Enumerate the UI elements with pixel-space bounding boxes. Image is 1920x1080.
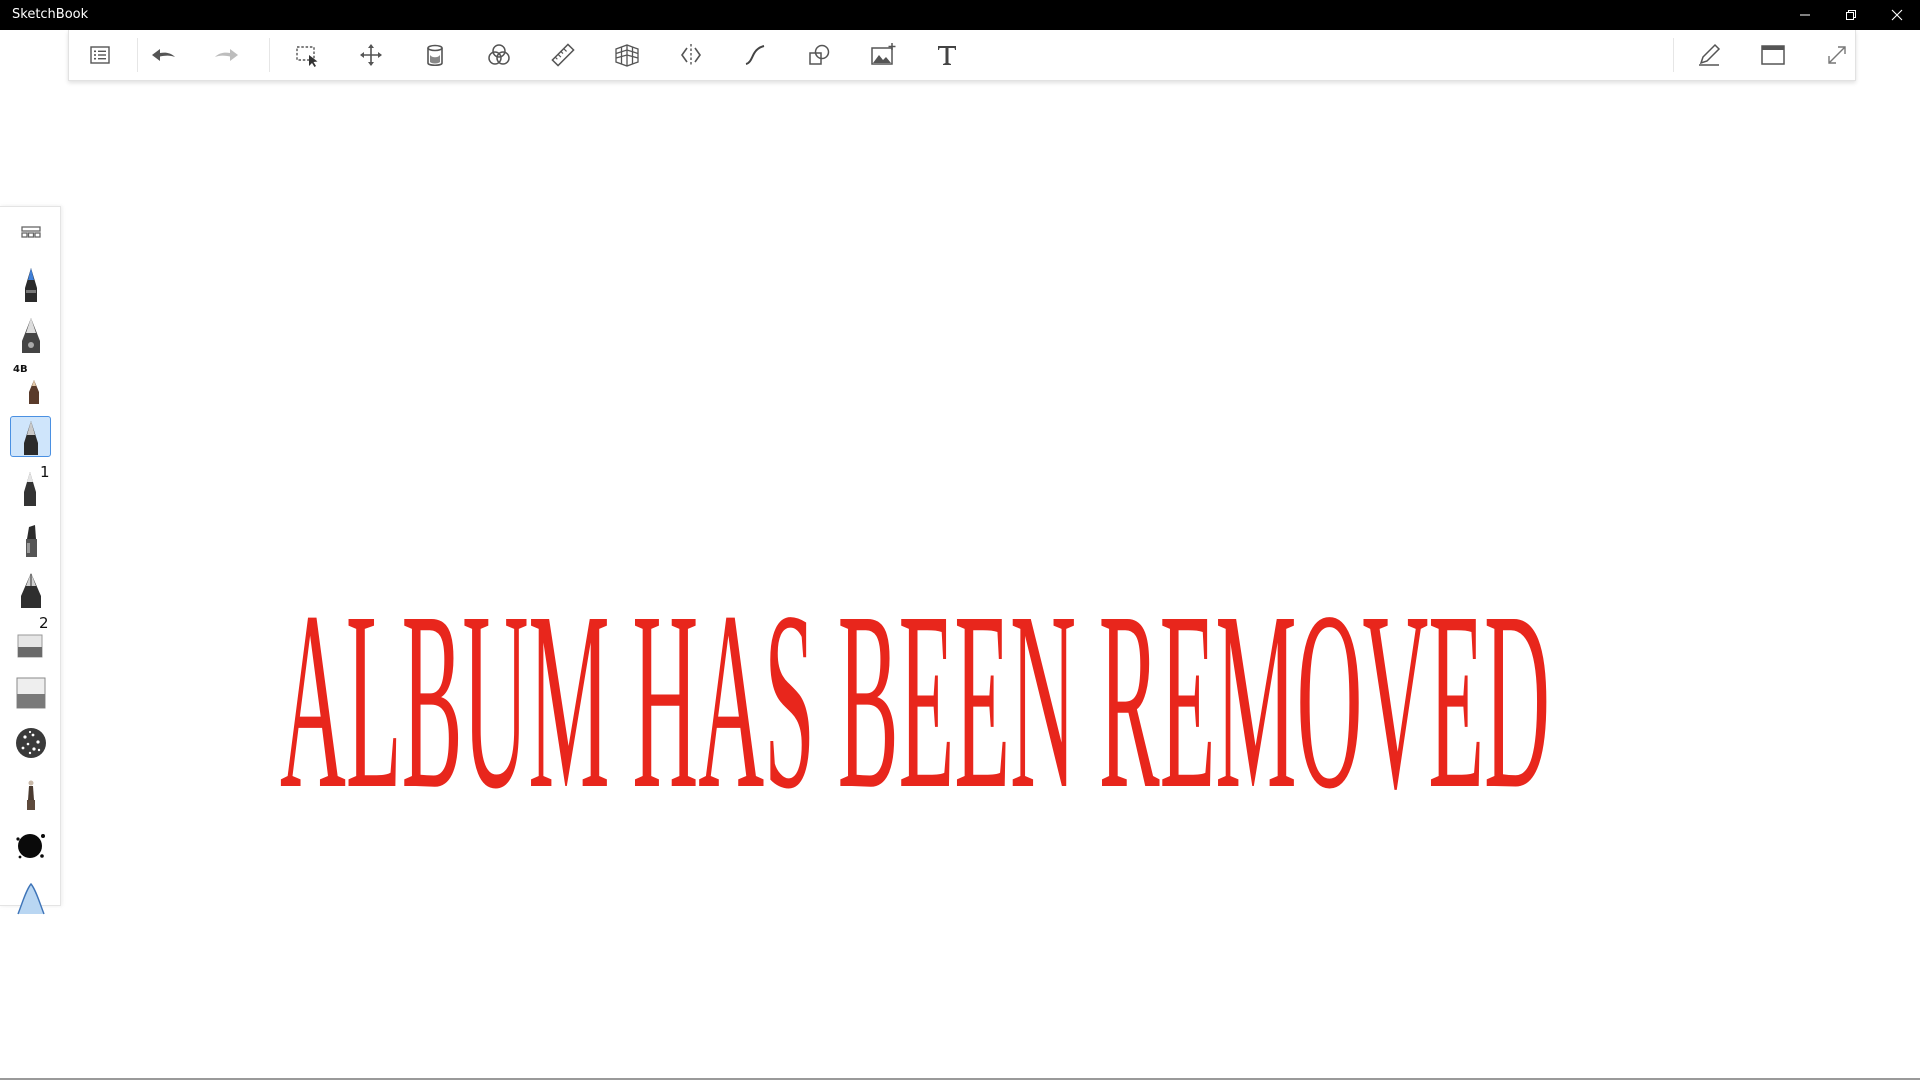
technical-pen-icon [23, 420, 38, 455]
marker-icon [25, 524, 37, 557]
brush-pencil-4b[interactable]: 4B [10, 364, 51, 406]
close-icon [1891, 9, 1903, 21]
brush-marker[interactable] [10, 518, 51, 559]
text-tool-button[interactable] [929, 37, 965, 73]
expand-icon [1828, 46, 1846, 64]
brush-badge: 4B [13, 364, 28, 375]
brush-ballpoint-pen[interactable] [10, 263, 51, 304]
minimize-button[interactable] [1782, 0, 1828, 30]
ballpoint-pen-icon [24, 267, 37, 302]
fill-bucket-icon [427, 44, 443, 67]
shapes-tool-button[interactable] [801, 37, 837, 73]
ink-pen-icon [21, 317, 40, 353]
brush-palette-menu-button[interactable] [10, 211, 51, 252]
brush-properties-button[interactable] [1691, 37, 1727, 73]
splatter-icon [15, 833, 45, 858]
brush-palette: 4B 1 2 [0, 206, 61, 914]
stroke-tool-button[interactable] [737, 37, 773, 73]
selection-icon [296, 46, 318, 67]
list-icon [90, 46, 110, 64]
undo-button[interactable] [145, 37, 181, 73]
perspective-grid-icon [615, 44, 639, 67]
text-icon [938, 46, 956, 65]
brush-fountain-pen[interactable] [10, 569, 51, 610]
brush-texture[interactable] [10, 722, 51, 763]
brush-hard-eraser[interactable] [10, 671, 51, 712]
move-arrows-icon [360, 44, 382, 66]
window-controls [1782, 0, 1920, 30]
soft-brush-icon [16, 882, 45, 914]
color-circles-icon [488, 44, 510, 65]
symmetry-icon [681, 44, 701, 66]
redo-arrow-icon [215, 49, 238, 61]
brush-badge: 2 [39, 614, 49, 632]
redo-button[interactable] [209, 37, 245, 73]
add-image-icon [871, 43, 896, 65]
fullscreen-button[interactable] [1819, 37, 1855, 73]
brush-airbrush[interactable] [10, 773, 51, 814]
brush-technical-pen[interactable] [10, 416, 51, 457]
canvas-text-content: ALBUM HAS BEEN REMOVED [280, 588, 1550, 798]
add-image-button[interactable] [865, 37, 901, 73]
hard-eraser-icon [16, 677, 45, 708]
brush-badge: 1 [40, 463, 50, 481]
brush-ink-pen[interactable] [10, 314, 51, 355]
close-button[interactable] [1874, 0, 1920, 30]
app-title: SketchBook [12, 7, 89, 22]
restore-icon [1846, 10, 1856, 20]
airbrush-icon [26, 780, 35, 810]
brush-ink-splatter[interactable] [10, 824, 51, 865]
undo-arrow-icon [152, 49, 175, 61]
curve-stroke-icon [745, 45, 765, 65]
select-tool-button[interactable] [289, 37, 325, 73]
brush-soft[interactable] [10, 875, 51, 916]
ruler-tool-button[interactable] [545, 37, 581, 73]
canvas-handwritten-text: ALBUM HAS BEEN REMOVED [280, 588, 1550, 798]
restore-button[interactable] [1828, 0, 1874, 30]
texture-brush-icon [15, 727, 46, 758]
palette-menu-icon [20, 225, 41, 238]
color-editor-button[interactable] [481, 37, 517, 73]
pen-icon [1699, 43, 1721, 66]
shapes-icon [809, 44, 830, 65]
gallery-list-button[interactable] [82, 37, 118, 73]
title-bar: SketchBook [0, 0, 1920, 30]
brush-eraser-2[interactable]: 2 [10, 614, 51, 661]
minimize-icon [1800, 14, 1810, 16]
ruler-icon [551, 43, 575, 67]
brush-fineliner-1[interactable]: 1 [10, 463, 51, 508]
fountain-pen-icon [20, 572, 41, 608]
window-icon [1761, 45, 1785, 65]
window-layout-button[interactable] [1755, 37, 1791, 73]
fill-tool-button[interactable] [417, 37, 453, 73]
drawing-canvas[interactable]: ALBUM HAS BEEN REMOVED [0, 80, 1920, 1078]
main-toolbar [68, 30, 1856, 81]
perspective-tool-button[interactable] [609, 37, 645, 73]
symmetry-tool-button[interactable] [673, 37, 709, 73]
transform-tool-button[interactable] [353, 37, 389, 73]
